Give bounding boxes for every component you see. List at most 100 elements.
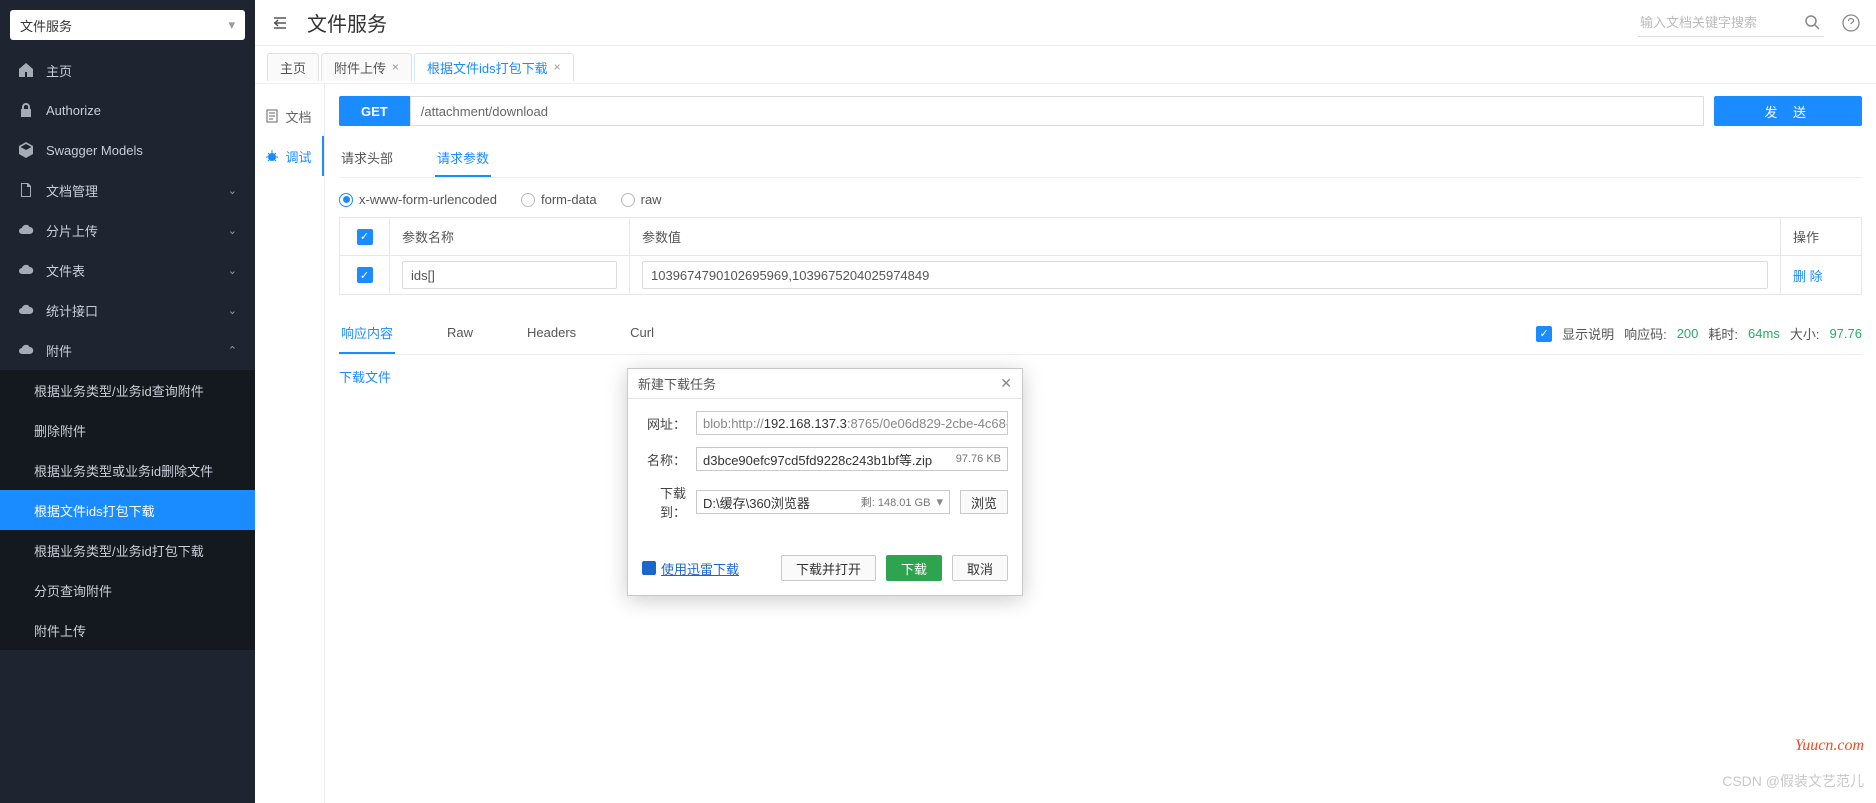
nav-upload-attachment[interactable]: 附件上传 bbox=[0, 610, 255, 650]
request-sub-tabs: 请求头部 请求参数 bbox=[339, 140, 1862, 178]
free-space: 剩: 148.01 GB bbox=[861, 494, 931, 510]
nav-sub-label: 附件上传 bbox=[34, 621, 86, 640]
nav-label: 主页 bbox=[46, 61, 72, 80]
workarea: 文档 调试 GET /attachment/download 发 送 请求头部 … bbox=[255, 84, 1876, 803]
nav-download-by-biz[interactable]: 根据业务类型/业务id打包下载 bbox=[0, 530, 255, 570]
checkbox-checked-icon[interactable]: ✓ bbox=[357, 267, 373, 283]
tab-headers[interactable]: 请求头部 bbox=[339, 140, 395, 177]
nav-delete-attachment[interactable]: 删除附件 bbox=[0, 410, 255, 450]
topbar: 文件服务 bbox=[255, 0, 1876, 46]
nav-label: Authorize bbox=[46, 103, 101, 118]
watermark-csdn: CSDN @假装文艺范儿 bbox=[1722, 771, 1864, 791]
tab-response-body[interactable]: 响应内容 bbox=[339, 313, 395, 354]
checkbox-checked-icon[interactable]: ✓ bbox=[1536, 326, 1552, 342]
tab-download-ids[interactable]: 根据文件ids打包下载 × bbox=[414, 53, 574, 81]
path-field[interactable]: D:\缓存\360浏览器剩: 148.01 GB▾ bbox=[696, 490, 950, 514]
send-button[interactable]: 发 送 bbox=[1714, 96, 1862, 126]
nav-label: 文档管理 bbox=[46, 181, 98, 200]
tab-home[interactable]: 主页 bbox=[267, 53, 319, 81]
nav-download-by-ids[interactable]: 根据文件ids打包下载 bbox=[0, 490, 255, 530]
left-tab-doc[interactable]: 文档 bbox=[255, 96, 324, 136]
download-button[interactable]: 下载 bbox=[886, 555, 942, 581]
body-type-radios: x-www-form-urlencoded form-data raw bbox=[339, 192, 1862, 207]
cloud-icon bbox=[18, 222, 34, 238]
radio-label: x-www-form-urlencoded bbox=[359, 192, 497, 207]
download-file-link[interactable]: 下载文件 bbox=[339, 367, 391, 386]
nav-sub-label: 根据业务类型/业务id打包下载 bbox=[34, 541, 204, 560]
file-size: 97.76 KB bbox=[956, 453, 1001, 465]
close-icon[interactable]: × bbox=[392, 60, 399, 74]
nav-sub-label: 根据文件ids打包下载 bbox=[34, 501, 155, 520]
tab-params[interactable]: 请求参数 bbox=[435, 140, 491, 177]
download-open-button[interactable]: 下载并打开 bbox=[781, 555, 876, 581]
tab-upload[interactable]: 附件上传 × bbox=[321, 53, 412, 81]
radio-label: raw bbox=[641, 192, 662, 207]
nav-label: 文件表 bbox=[46, 261, 85, 280]
page-title: 文件服务 bbox=[307, 8, 387, 37]
tab-label: 主页 bbox=[280, 58, 306, 77]
home-icon bbox=[18, 62, 34, 78]
sidebar: 文件服务 ▾ 主页 Authorize Swagger Models 文档管理⌄… bbox=[0, 0, 255, 803]
search-icon[interactable] bbox=[1804, 14, 1820, 30]
tab-label: 根据文件ids打包下载 bbox=[427, 58, 548, 77]
left-tab-debug[interactable]: 调试 bbox=[255, 136, 324, 176]
tab-label: 附件上传 bbox=[334, 58, 386, 77]
nav-list: 主页 Authorize Swagger Models 文档管理⌄ 分片上传⌄ … bbox=[0, 50, 255, 803]
row-name bbox=[390, 256, 630, 294]
table-header-row: ✓ 参数名称 参数值 操作 bbox=[340, 218, 1861, 256]
cancel-button[interactable]: 取消 bbox=[952, 555, 1008, 581]
main: 文件服务 主页 附件上传 × 根据文件ids打包下载 × 文档 调试 GET /at… bbox=[255, 0, 1876, 803]
tab-raw[interactable]: Raw bbox=[445, 315, 475, 352]
header-name: 参数名称 bbox=[390, 218, 630, 255]
nav-home[interactable]: 主页 bbox=[0, 50, 255, 90]
nav-swagger-models[interactable]: Swagger Models bbox=[0, 130, 255, 170]
status-code: 200 bbox=[1677, 326, 1699, 341]
nav-attachment[interactable]: 附件⌃ bbox=[0, 330, 255, 370]
cube-icon bbox=[18, 142, 34, 158]
bug-icon bbox=[265, 149, 279, 163]
nav-delete-by-biz[interactable]: 根据业务类型或业务id删除文件 bbox=[0, 450, 255, 490]
service-select[interactable]: 文件服务 ▾ bbox=[10, 10, 245, 40]
name-field[interactable]: d3bce90efc97cd5fd9228c243b1bf等.zip97.76 … bbox=[696, 447, 1008, 471]
left-tabs: 文档 调试 bbox=[255, 84, 325, 803]
nav-query-by-biz[interactable]: 根据业务类型/业务id查询附件 bbox=[0, 370, 255, 410]
collapse-menu-icon[interactable] bbox=[271, 14, 289, 32]
checkbox-checked-icon[interactable]: ✓ bbox=[357, 229, 373, 245]
radio-icon bbox=[521, 193, 535, 207]
chevron-down-icon[interactable]: ▾ bbox=[936, 494, 943, 510]
nav-stats[interactable]: 统计接口⌄ bbox=[0, 290, 255, 330]
nav-chunk-upload[interactable]: 分片上传⌄ bbox=[0, 210, 255, 250]
delete-button[interactable]: 删 除 bbox=[1793, 266, 1823, 285]
param-name-input[interactable] bbox=[402, 261, 617, 289]
xunlei-link[interactable]: 使用迅雷下载 bbox=[642, 559, 739, 578]
name-label: 名称： bbox=[642, 450, 686, 469]
nav-authorize[interactable]: Authorize bbox=[0, 90, 255, 130]
radio-urlencoded[interactable]: x-www-form-urlencoded bbox=[339, 192, 497, 207]
nav-label: 附件 bbox=[46, 341, 72, 360]
close-icon[interactable]: × bbox=[554, 60, 561, 74]
url-input[interactable]: /attachment/download bbox=[410, 96, 1705, 126]
url-field[interactable]: blob:http://192.168.137.3:8765/0e06d829-… bbox=[696, 411, 1008, 435]
nav-page-query[interactable]: 分页查询附件 bbox=[0, 570, 255, 610]
nav-doc-mgmt[interactable]: 文档管理⌄ bbox=[0, 170, 255, 210]
tab-curl[interactable]: Curl bbox=[628, 315, 656, 352]
radio-raw[interactable]: raw bbox=[621, 192, 662, 207]
param-value-input[interactable] bbox=[642, 261, 1768, 289]
header-value: 参数值 bbox=[630, 218, 1781, 255]
radio-formdata[interactable]: form-data bbox=[521, 192, 597, 207]
search-input[interactable] bbox=[1638, 9, 1824, 37]
close-icon[interactable]: ✕ bbox=[1000, 375, 1012, 392]
browse-button[interactable]: 浏览 bbox=[960, 490, 1008, 514]
help-icon[interactable] bbox=[1842, 14, 1860, 32]
nav-attachment-children: 根据业务类型/业务id查询附件 删除附件 根据业务类型或业务id删除文件 根据文… bbox=[0, 370, 255, 650]
chevron-down-icon: ▾ bbox=[228, 17, 235, 33]
tab-resp-headers[interactable]: Headers bbox=[525, 315, 578, 352]
code-label: 响应码: bbox=[1624, 324, 1667, 343]
xunlei-icon bbox=[642, 561, 656, 575]
chevron-down-icon: ⌄ bbox=[228, 264, 237, 277]
dialog-header: 新建下载任务 ✕ bbox=[628, 369, 1022, 399]
nav-file-table[interactable]: 文件表 ⌄ bbox=[0, 250, 255, 290]
http-method[interactable]: GET bbox=[339, 96, 410, 126]
chevron-down-icon: ⌄ bbox=[228, 224, 237, 237]
radio-icon bbox=[621, 193, 635, 207]
